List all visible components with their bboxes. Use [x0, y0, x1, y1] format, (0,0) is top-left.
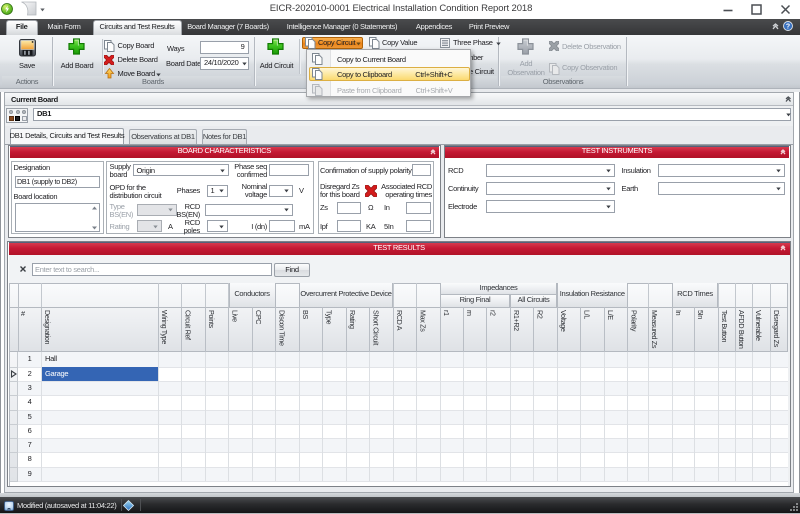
svg-text:?: ? [785, 23, 789, 30]
